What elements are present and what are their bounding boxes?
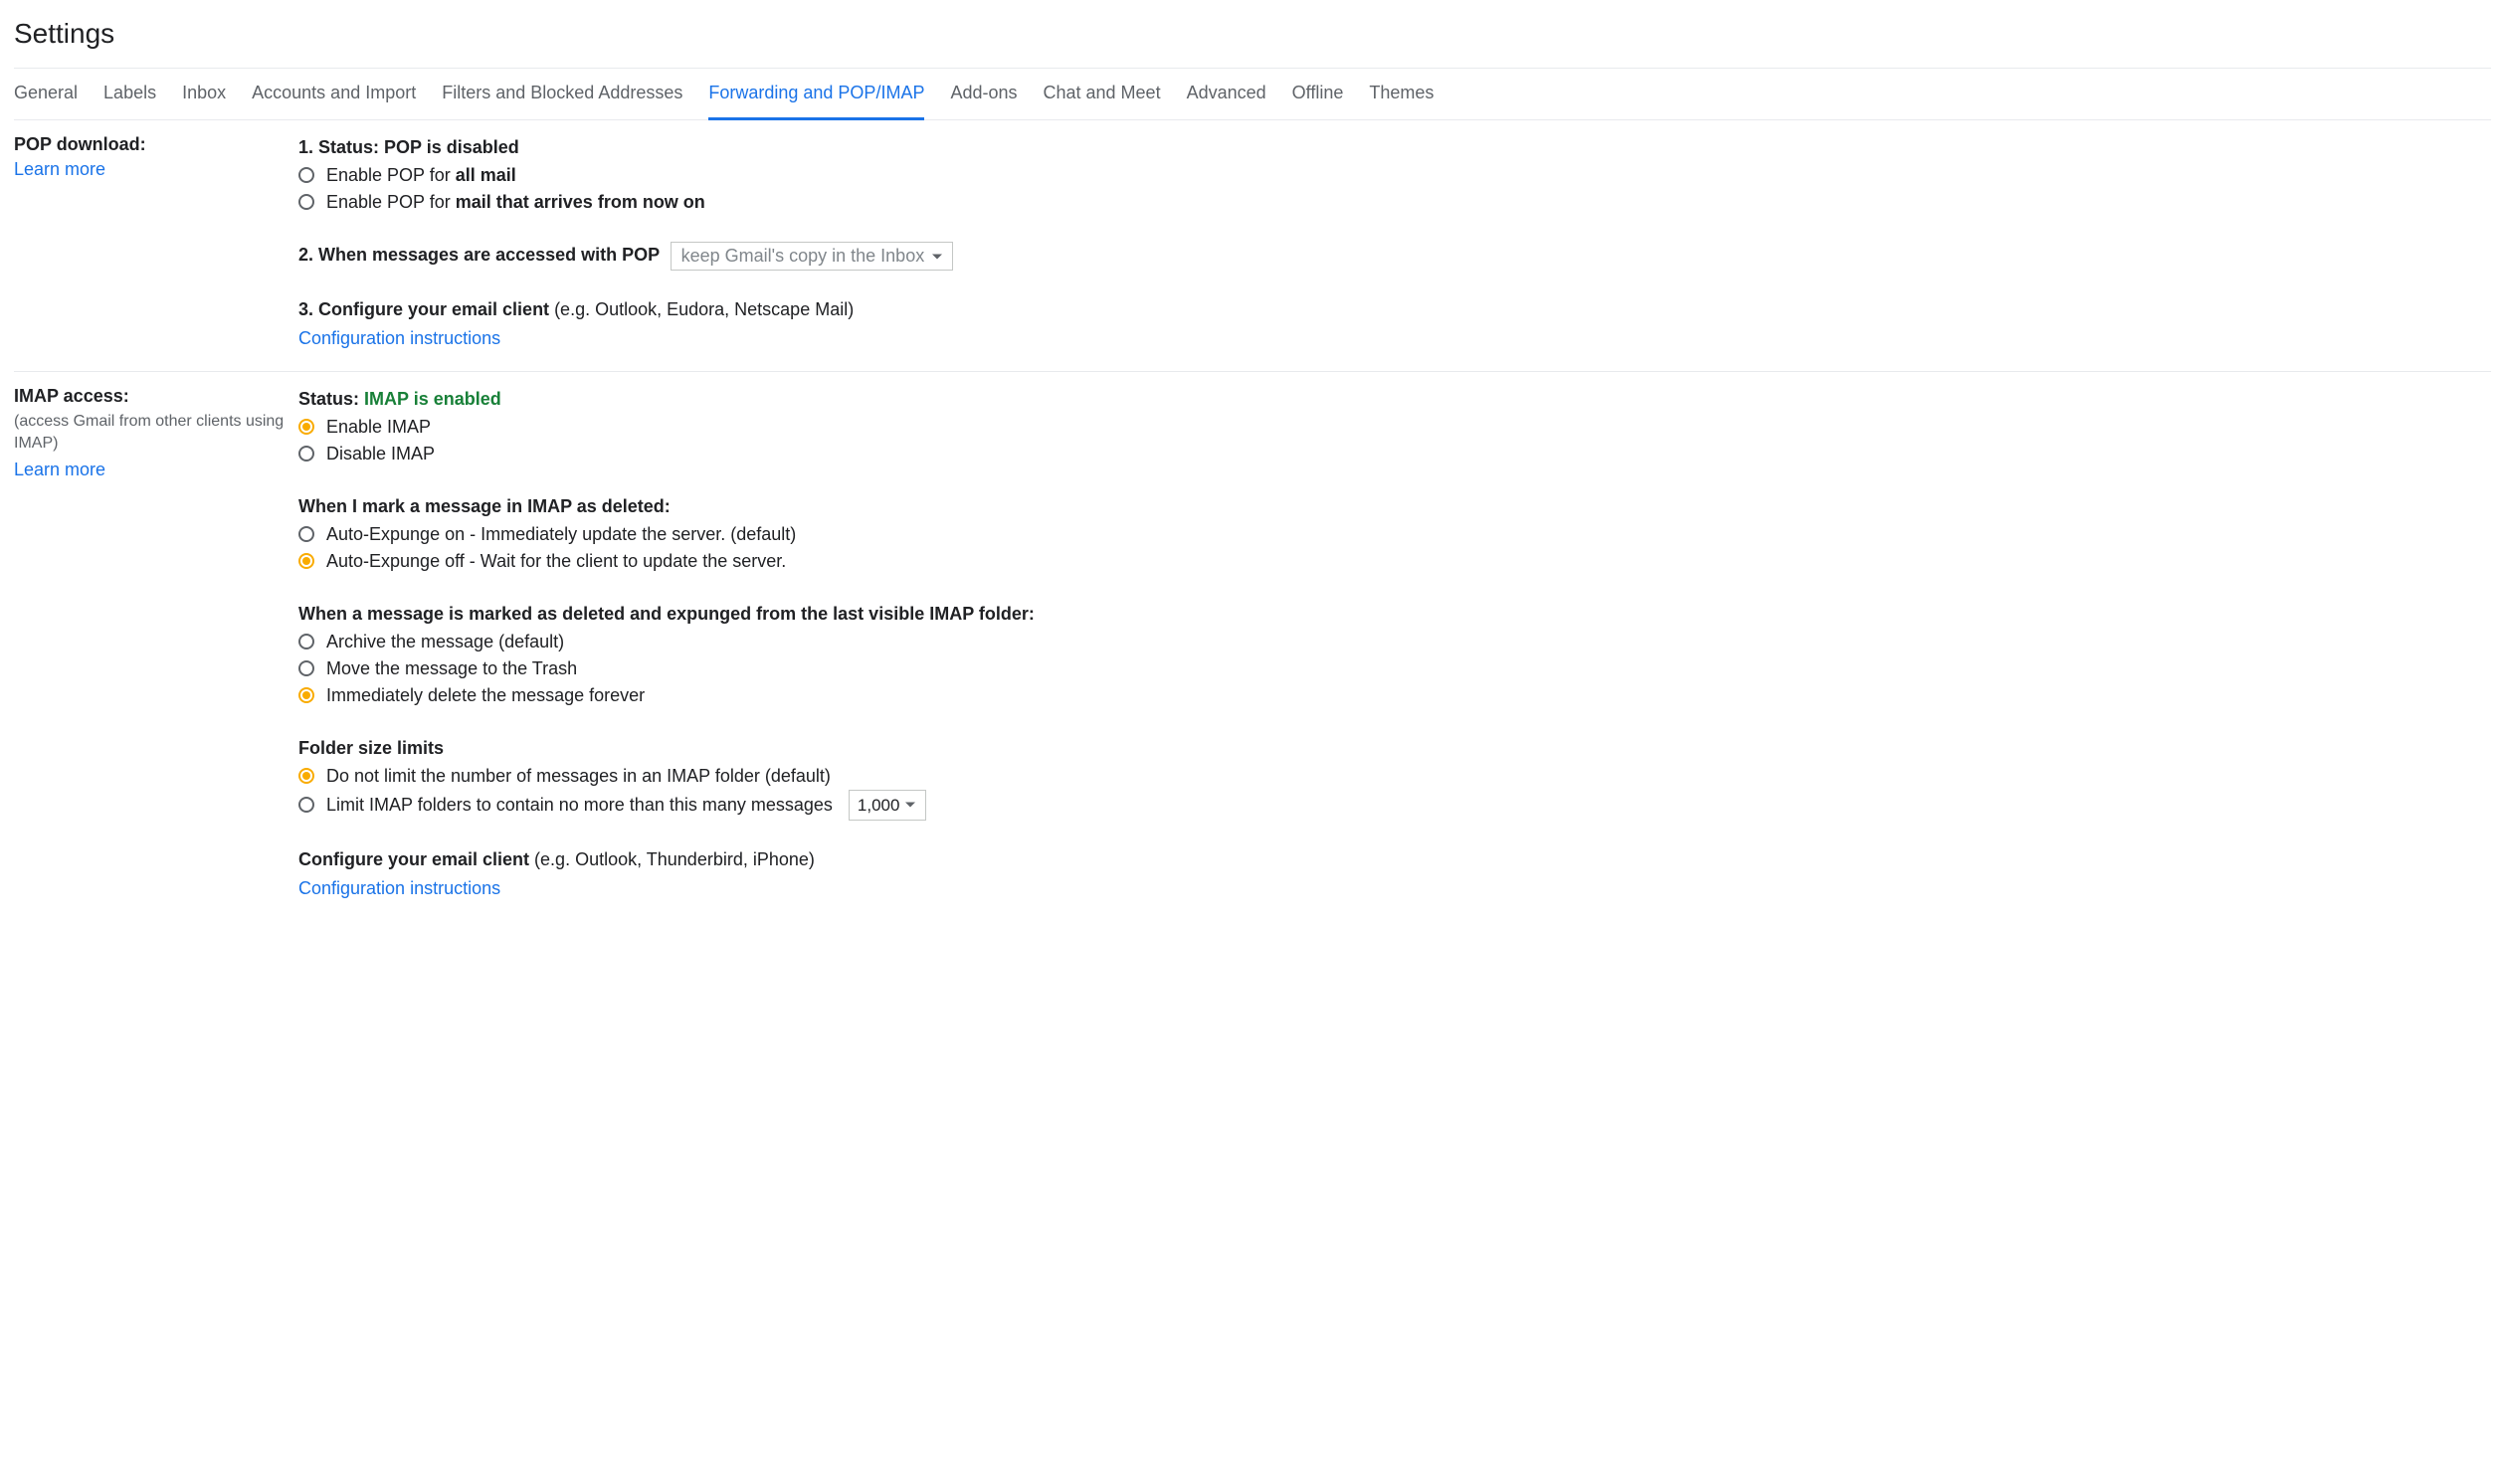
pop-configure-bold: 3. Configure your email client [298, 299, 554, 319]
pop-enable-all-pre: Enable POP for [326, 165, 456, 185]
radio-pop-all-mail[interactable] [298, 167, 314, 183]
imap-learn-more-link[interactable]: Learn more [14, 460, 105, 480]
folder-heading: Folder size limits [298, 735, 2491, 763]
imap-status-value: IMAP is enabled [364, 389, 501, 409]
radio-archive[interactable] [298, 634, 314, 649]
radio-limit[interactable] [298, 797, 314, 813]
pop-when-accessed-select[interactable]: keep Gmail's copy in the Inbox [671, 242, 954, 271]
radio-pop-from-now[interactable] [298, 194, 314, 210]
tab-chat[interactable]: Chat and Meet [1044, 69, 1161, 119]
page-title: Settings [14, 10, 2491, 68]
tab-accounts[interactable]: Accounts and Import [252, 69, 416, 119]
imap-heading: IMAP access: [14, 386, 289, 407]
tab-labels[interactable]: Labels [103, 69, 156, 119]
settings-tabs: General Labels Inbox Accounts and Import… [14, 68, 2491, 120]
imap-config-instructions-link[interactable]: Configuration instructions [298, 878, 500, 899]
radio-imap-enable[interactable] [298, 419, 314, 435]
tab-themes[interactable]: Themes [1369, 69, 1434, 119]
imap-expunged-heading: When a message is marked as deleted and … [298, 601, 2491, 629]
pop-status-value: POP is disabled [384, 137, 519, 157]
pop-when-accessed-label: 2. When messages are accessed with POP [298, 245, 660, 265]
imap-sub: (access Gmail from other clients using I… [14, 411, 289, 456]
tab-inbox[interactable]: Inbox [182, 69, 226, 119]
trash-label: Move the message to the Trash [326, 655, 577, 682]
pop-learn-more-link[interactable]: Learn more [14, 159, 105, 180]
section-imap: IMAP access: (access Gmail from other cl… [14, 372, 2491, 915]
tab-advanced[interactable]: Advanced [1187, 69, 1266, 119]
section-pop: POP download: Learn more 1. Status: POP … [14, 120, 2491, 372]
delete-forever-label: Immediately delete the message forever [326, 682, 645, 709]
radio-trash[interactable] [298, 660, 314, 676]
imap-disable-label: Disable IMAP [326, 441, 435, 467]
pop-status-prefix: 1. Status: [298, 137, 384, 157]
imap-configure-rest: (e.g. Outlook, Thunderbird, iPhone) [534, 849, 815, 869]
imap-enable-label: Enable IMAP [326, 414, 431, 441]
tab-forwarding[interactable]: Forwarding and POP/IMAP [708, 69, 924, 120]
radio-expunge-on[interactable] [298, 526, 314, 542]
pop-enable-now-pre: Enable POP for [326, 192, 456, 212]
pop-enable-all-label: Enable POP for all mail [326, 162, 516, 189]
limit-label: Limit IMAP folders to contain no more th… [326, 792, 833, 819]
pop-config-instructions-link[interactable]: Configuration instructions [298, 328, 500, 349]
expunge-on-label: Auto-Expunge on - Immediately update the… [326, 521, 796, 548]
tab-filters[interactable]: Filters and Blocked Addresses [442, 69, 682, 119]
radio-no-limit[interactable] [298, 768, 314, 784]
pop-configure-rest: (e.g. Outlook, Eudora, Netscape Mail) [554, 299, 854, 319]
imap-configure-bold: Configure your email client [298, 849, 534, 869]
pop-enable-now-bold: mail that arrives from now on [456, 192, 705, 212]
pop-status: 1. Status: POP is disabled [298, 134, 2491, 162]
pop-configure-line: 3. Configure your email client (e.g. Out… [298, 296, 2491, 324]
imap-status: Status: IMAP is enabled [298, 386, 2491, 414]
pop-heading: POP download: [14, 134, 289, 155]
imap-configure-line: Configure your email client (e.g. Outloo… [298, 846, 2491, 874]
imap-status-prefix: Status: [298, 389, 364, 409]
tab-addons[interactable]: Add-ons [950, 69, 1017, 119]
radio-imap-disable[interactable] [298, 446, 314, 462]
limit-value: 1,000 [858, 793, 900, 819]
limit-select[interactable]: 1,000 [849, 790, 927, 822]
pop-when-accessed-value: keep Gmail's copy in the Inbox [681, 246, 925, 267]
tab-general[interactable]: General [14, 69, 78, 119]
radio-expunge-off[interactable] [298, 553, 314, 569]
tab-offline[interactable]: Offline [1292, 69, 1344, 119]
expunge-off-label: Auto-Expunge off - Wait for the client t… [326, 548, 786, 575]
pop-enable-all-bold: all mail [456, 165, 516, 185]
archive-label: Archive the message (default) [326, 629, 564, 655]
no-limit-label: Do not limit the number of messages in a… [326, 763, 831, 790]
radio-delete-forever[interactable] [298, 687, 314, 703]
pop-enable-now-label: Enable POP for mail that arrives from no… [326, 189, 705, 216]
imap-deleted-heading: When I mark a message in IMAP as deleted… [298, 493, 2491, 521]
